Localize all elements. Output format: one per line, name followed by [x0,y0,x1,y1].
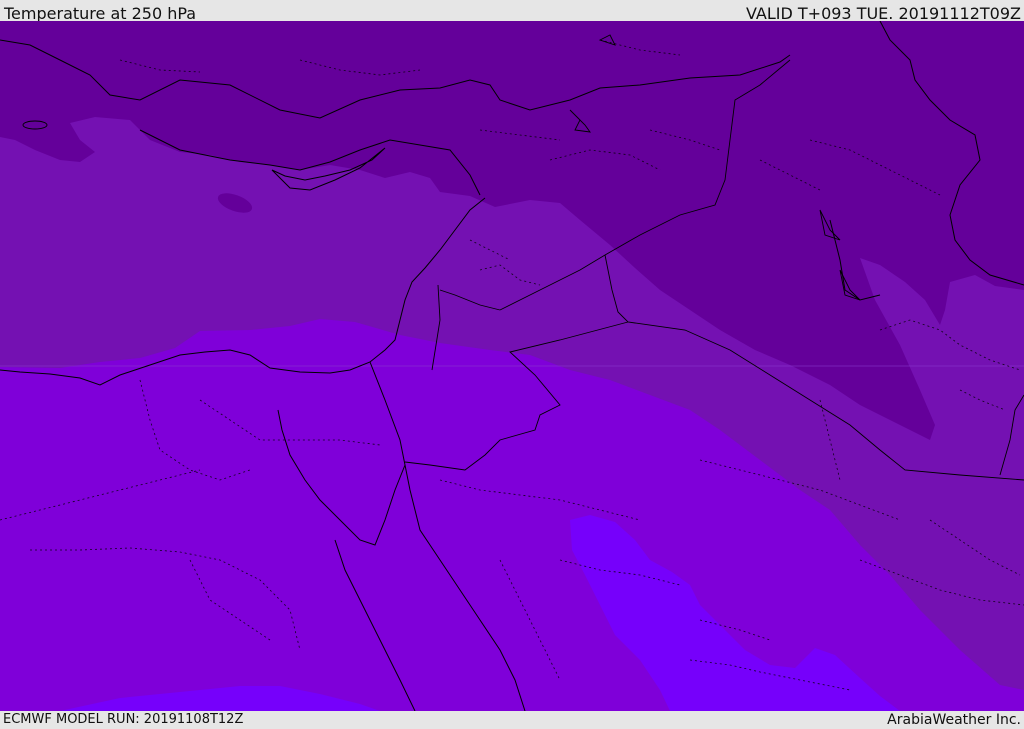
valid-time: VALID T+093 TUE. 20191112T09Z [745,4,1021,23]
brand-label: ArabiaWeather Inc. [887,712,1021,728]
model-run: ECMWF MODEL RUN: 20191108T12Z [3,712,244,727]
map-title: Temperature at 250 hPa [4,4,197,23]
temperature-map[interactable] [0,21,1024,711]
